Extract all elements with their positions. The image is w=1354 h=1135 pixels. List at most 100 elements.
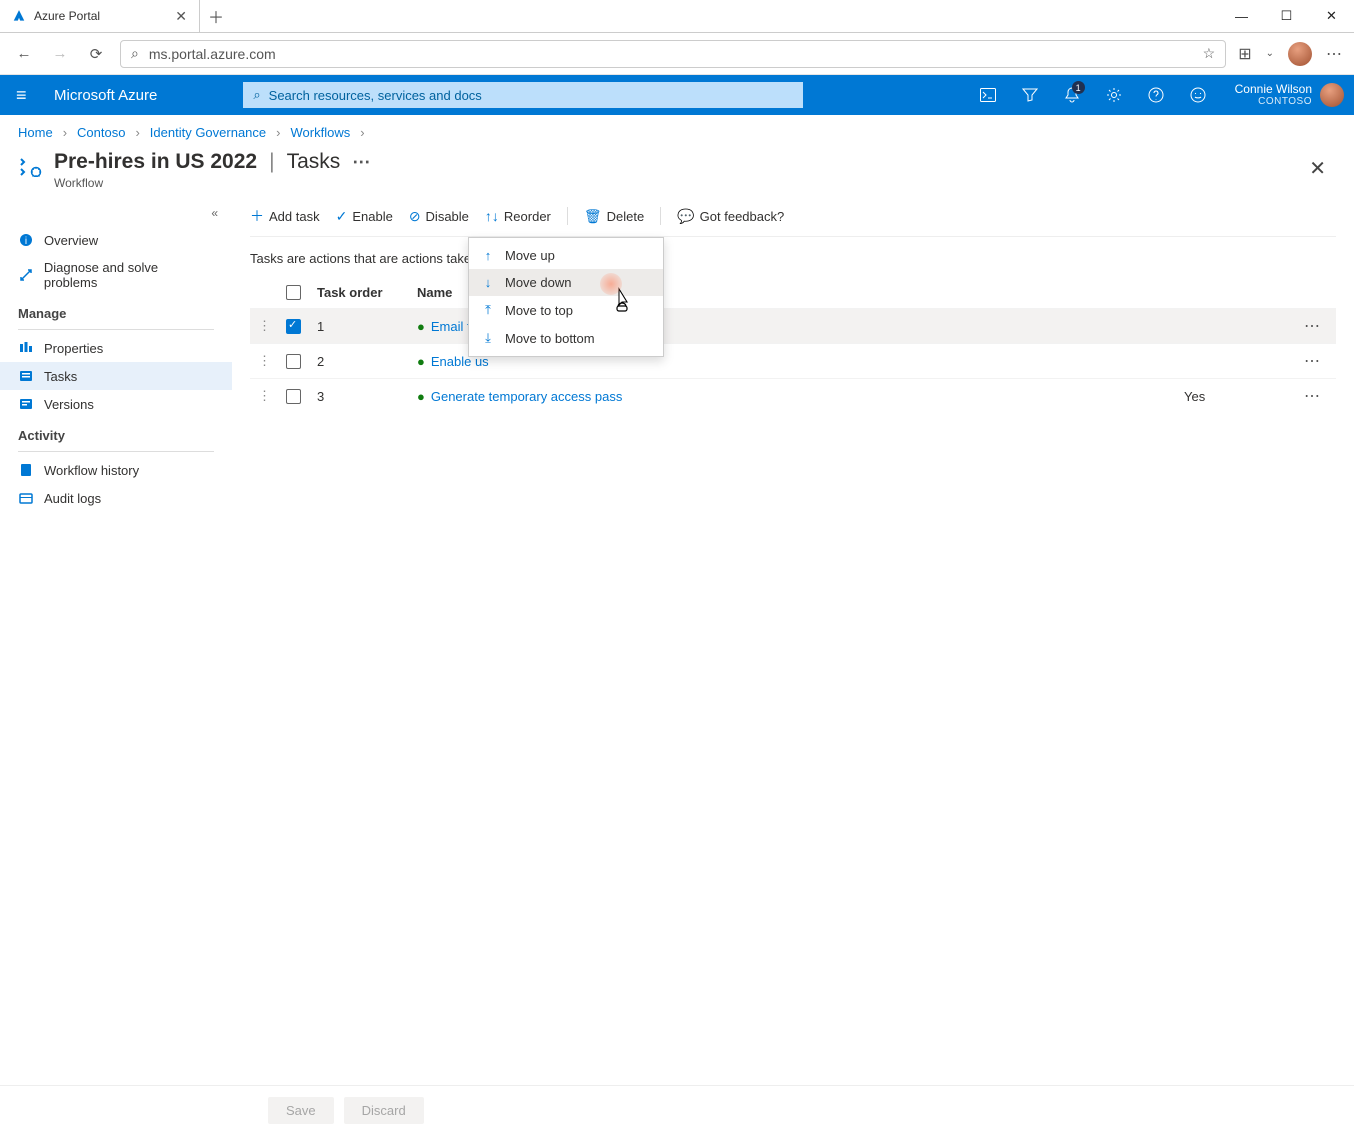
menu-move-down[interactable]: ↓ Move down <box>469 269 663 296</box>
row-more-icon[interactable]: ⋯ <box>1296 309 1336 344</box>
account-chip[interactable]: Connie Wilson CONTOSO <box>1219 82 1354 108</box>
azure-top-bar: ≡ Microsoft Azure ⌕ Search resources, se… <box>0 75 1354 115</box>
url-text: ms.portal.azure.com <box>149 46 276 62</box>
minimize-button[interactable]: — <box>1219 0 1264 32</box>
nav-label: Audit logs <box>44 491 101 506</box>
enable-button[interactable]: ✓Enable <box>336 208 393 225</box>
row-more-icon[interactable]: ⋯ <box>1296 344 1336 379</box>
azure-icon <box>12 9 26 23</box>
nav-workflow-history[interactable]: Workflow history <box>0 456 232 484</box>
table-row[interactable]: ⋮ 3 ●Generate temporary access pass Yes … <box>250 379 1336 414</box>
browser-toolbar: ← → ⟳ ⌕ ms.portal.azure.com ☆ ⊞ ⌄ ⋯ <box>0 33 1354 75</box>
properties-icon <box>18 340 34 356</box>
status-ok-icon: ● <box>417 354 425 369</box>
task-name-link[interactable]: Generate temporary access pass <box>431 389 622 404</box>
global-search[interactable]: ⌕ Search resources, services and docs <box>243 82 803 108</box>
cell-order: 2 <box>309 344 409 379</box>
status-ok-icon: ● <box>417 319 425 334</box>
feedback-button[interactable]: 💬Got feedback? <box>677 208 784 225</box>
save-button[interactable]: Save <box>268 1097 334 1124</box>
tasks-icon <box>18 368 34 384</box>
arrow-to-bottom-icon: ⤓ <box>481 330 495 346</box>
page-section: Tasks <box>287 150 341 174</box>
cloud-shell-icon[interactable] <box>967 75 1009 115</box>
nav-audit-logs[interactable]: Audit logs <box>0 484 232 512</box>
window-buttons: — ☐ ✕ <box>1219 0 1354 32</box>
favorite-icon[interactable]: ☆ <box>1203 45 1216 62</box>
history-icon <box>18 462 34 478</box>
feedback-icon: 💬 <box>677 208 694 225</box>
reorder-button[interactable]: ↑↓Reorder <box>485 208 551 224</box>
collapse-nav-icon[interactable]: « <box>0 206 232 226</box>
tab-close-icon[interactable]: ✕ <box>175 8 187 25</box>
collections-icon[interactable]: ⊞ <box>1238 44 1251 64</box>
cell-order: 3 <box>309 379 409 414</box>
table-row[interactable]: ⋮ 2 ●Enable us ⋯ <box>250 344 1336 379</box>
row-checkbox[interactable] <box>286 354 301 369</box>
hamburger-icon[interactable]: ≡ <box>16 85 40 106</box>
crumb-home[interactable]: Home <box>18 125 53 140</box>
search-placeholder: Search resources, services and docs <box>269 88 482 103</box>
select-all-checkbox[interactable] <box>286 285 301 300</box>
feedback-smile-icon[interactable] <box>1177 75 1219 115</box>
menu-move-to-bottom[interactable]: ⤓ Move to bottom <box>469 324 663 352</box>
nav-tasks[interactable]: Tasks <box>0 362 232 390</box>
forward-button[interactable]: → <box>48 42 72 66</box>
notifications-icon[interactable]: 1 <box>1051 75 1093 115</box>
drag-handle-icon[interactable]: ⋮ <box>258 353 270 369</box>
plus-icon: ＋ <box>250 206 264 226</box>
crumb-workflows[interactable]: Workflows <box>291 125 351 140</box>
crumb-contoso[interactable]: Contoso <box>77 125 125 140</box>
tasks-description: Tasks are actions that are actions taken… <box>250 237 1336 276</box>
breadcrumb: Home› Contoso› Identity Governance› Work… <box>0 115 1354 146</box>
user-name: Connie Wilson <box>1235 82 1312 96</box>
row-checkbox[interactable] <box>286 389 301 404</box>
arrow-to-top-icon: ⤒ <box>481 302 495 318</box>
discard-button[interactable]: Discard <box>344 1097 424 1124</box>
browser-menu-icon[interactable]: ⋯ <box>1326 44 1342 64</box>
profile-avatar[interactable] <box>1288 42 1312 66</box>
nav-diagnose[interactable]: Diagnose and solve problems <box>0 254 232 296</box>
drag-handle-icon[interactable]: ⋮ <box>258 388 270 404</box>
help-icon[interactable] <box>1135 75 1177 115</box>
arrow-down-icon: ↓ <box>481 275 495 290</box>
menu-move-up[interactable]: ↑ Move up <box>469 242 663 269</box>
nav-properties[interactable]: Properties <box>0 334 232 362</box>
browser-tab[interactable]: Azure Portal ✕ <box>0 0 200 32</box>
workflow-icon <box>18 155 42 177</box>
chevron-down-icon[interactable]: ⌄ <box>1266 48 1274 59</box>
close-window-button[interactable]: ✕ <box>1309 0 1354 32</box>
tasks-table: Task order Name ⋮ 1 ●Email to h ⋯ <box>250 276 1336 413</box>
menu-move-to-top[interactable]: ⤒ Move to top <box>469 296 663 324</box>
refresh-button[interactable]: ⟳ <box>84 42 108 66</box>
page-more-icon[interactable]: ⋯ <box>352 152 370 173</box>
tab-title: Azure Portal <box>34 9 100 23</box>
back-button[interactable]: ← <box>12 42 36 66</box>
drag-handle-icon[interactable]: ⋮ <box>258 318 270 334</box>
disable-button[interactable]: ⊘Disable <box>409 208 469 225</box>
page-subtitle: Workflow <box>54 176 370 190</box>
brand-label[interactable]: Microsoft Azure <box>54 87 157 104</box>
crumb-identity-governance[interactable]: Identity Governance <box>150 125 266 140</box>
row-checkbox[interactable] <box>286 319 301 334</box>
cell-enabled <box>1176 344 1296 379</box>
directory-filter-icon[interactable] <box>1009 75 1051 115</box>
nav-group-activity: Activity <box>0 418 232 447</box>
nav-versions[interactable]: Versions <box>0 390 232 418</box>
row-more-icon[interactable]: ⋯ <box>1296 379 1336 414</box>
check-icon: ✓ <box>336 208 348 225</box>
nav-label: Tasks <box>44 369 77 384</box>
versions-icon <box>18 396 34 412</box>
close-blade-button[interactable]: ✕ <box>1299 150 1336 187</box>
col-task-order[interactable]: Task order <box>309 276 409 309</box>
settings-icon[interactable] <box>1093 75 1135 115</box>
maximize-button[interactable]: ☐ <box>1264 0 1309 32</box>
nav-label: Properties <box>44 341 103 356</box>
delete-button[interactable]: 🗑Delete <box>584 208 644 225</box>
address-bar[interactable]: ⌕ ms.portal.azure.com ☆ <box>120 40 1226 68</box>
nav-overview[interactable]: i Overview <box>0 226 232 254</box>
table-row[interactable]: ⋮ 1 ●Email to h ⋯ <box>250 309 1336 344</box>
add-task-button[interactable]: ＋Add task <box>250 206 320 226</box>
arrow-up-icon: ↑ <box>481 248 495 263</box>
new-tab-button[interactable]: ＋ <box>200 0 232 32</box>
